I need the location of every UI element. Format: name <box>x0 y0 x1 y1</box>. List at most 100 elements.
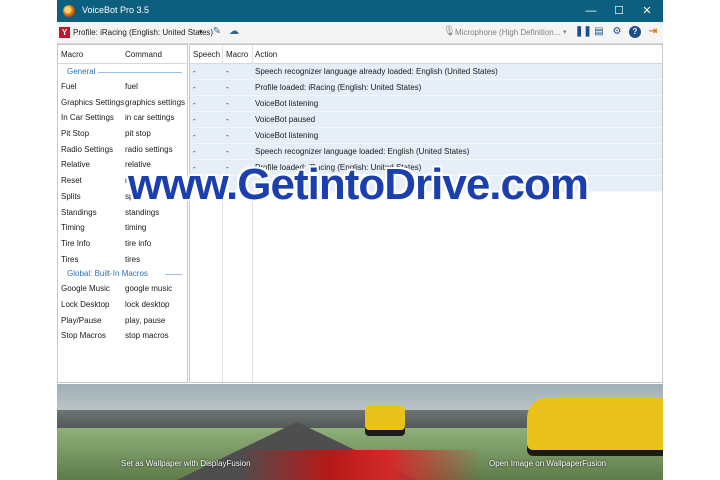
title-bar: VoiceBot Pro 3.5 — ☐ ✕ <box>57 0 663 22</box>
macro-name: Tires <box>61 254 79 264</box>
profile-icon: Y <box>59 27 70 38</box>
macro-command: graphics settings <box>125 97 186 107</box>
wallpaper-race-car-foreground <box>527 398 663 456</box>
macro-name: Tire Info <box>61 238 91 248</box>
group-header-label: General <box>67 67 96 76</box>
help-icon[interactable]: ? <box>629 26 641 38</box>
close-button[interactable]: ✕ <box>633 0 661 22</box>
macro-row[interactable]: Google Music google music <box>58 280 187 296</box>
log-cell-macro: - <box>226 67 229 76</box>
column-header-command[interactable]: Command <box>125 50 162 59</box>
macro-command: tires <box>125 254 141 264</box>
column-header-macro[interactable]: Macro <box>226 50 248 59</box>
console-icon[interactable]: ▤ <box>593 26 605 38</box>
log-cell-action: Speech recognizer language loaded: Engli… <box>255 147 470 156</box>
macro-command: tire info <box>125 238 152 248</box>
macro-name: Graphics Settings <box>61 97 125 107</box>
macro-row[interactable]: Stop Macros stop macros <box>58 327 187 343</box>
macro-command: radio settings <box>125 144 173 154</box>
wallpaper-race-car <box>365 406 405 436</box>
macro-row[interactable]: Fuel fuel <box>58 78 187 94</box>
log-cell-speech: - <box>193 115 196 124</box>
group-divider <box>98 72 182 73</box>
macro-name: Pit Stop <box>61 129 90 139</box>
log-cell-macro: - <box>226 83 229 92</box>
wallpaper-preview: Set as Wallpaper with DisplayFusion Open… <box>57 384 663 480</box>
macro-row[interactable]: In Car Settings in car settings <box>58 109 187 125</box>
maximize-button[interactable]: ☐ <box>605 0 633 22</box>
macro-row[interactable]: Radio Settings radio settings <box>58 141 187 157</box>
macro-command: lock desktop <box>125 299 170 309</box>
pause-icon[interactable]: ❚❚ <box>575 26 592 38</box>
macro-name: Radio Settings <box>61 144 114 154</box>
log-cell-action: VoiceBot listening <box>255 131 319 140</box>
macro-name: Standings <box>61 207 97 217</box>
macro-list-header: Macro Command <box>58 45 187 64</box>
log-cell-speech: - <box>193 83 196 92</box>
macro-row[interactable]: Pit Stop pit stop <box>58 125 187 141</box>
app-icon <box>63 5 75 17</box>
macro-row[interactable]: Tire Info tire info <box>58 235 187 251</box>
microphone-dropdown-arrow[interactable]: ▾ <box>563 28 567 36</box>
macro-command: stop macros <box>125 331 169 341</box>
log-cell-action: Speech recognizer language already loade… <box>255 67 498 76</box>
profile-selector[interactable]: Profile: iRacing (English: United States… <box>73 28 213 37</box>
macro-name: Fuel <box>61 82 77 91</box>
log-row[interactable]: - - Speech recognizer language loaded: Eng… <box>190 144 662 160</box>
macro-row[interactable]: Play/Pause play, pause <box>58 312 187 328</box>
column-header-speech[interactable]: Speech <box>193 50 220 59</box>
log-cell-macro: - <box>226 115 229 124</box>
profile-dropdown-arrow[interactable]: ▾ <box>199 28 203 36</box>
microphone-selector[interactable]: Microphone (High Definition... <box>455 28 560 37</box>
log-row[interactable]: - - Profile loaded: iRacing (English: Unit… <box>190 80 662 96</box>
voicebot-window: VoiceBot Pro 3.5 — ☐ ✕ Y Profile: iRacin… <box>57 0 663 480</box>
log-cell-action: VoiceBot paused <box>255 115 316 124</box>
log-cell-macro: - <box>226 147 229 156</box>
macro-name: Stop Macros <box>61 331 106 341</box>
macro-row[interactable]: Graphics Settings graphics settings <box>58 94 187 110</box>
toolbar: Y Profile: iRacing (English: United Stat… <box>57 22 663 44</box>
log-row[interactable]: - - VoiceBot listening <box>190 96 662 112</box>
edit-icon[interactable]: ✎ <box>211 26 223 38</box>
window-title: VoiceBot Pro 3.5 <box>82 5 150 15</box>
column-header-macro[interactable]: Macro <box>61 50 83 59</box>
macro-command: timing <box>125 223 147 233</box>
macro-name: Reset <box>61 176 82 186</box>
settings-icon[interactable]: ⚙ <box>611 26 623 38</box>
log-cell-speech: - <box>193 131 196 140</box>
minimize-button[interactable]: — <box>577 0 605 22</box>
log-panel: Speech Macro Action - - Speech recognizer … <box>189 44 663 383</box>
set-wallpaper-link[interactable]: Set as Wallpaper with DisplayFusion <box>121 459 251 468</box>
log-cell-action: VoiceBot listening <box>255 99 319 108</box>
macro-name: Lock Desktop <box>61 299 110 309</box>
macro-name: Relative <box>61 160 90 170</box>
macro-row[interactable]: Timing timing <box>58 219 187 235</box>
cloud-icon[interactable]: ☁ <box>228 26 240 38</box>
group-header-label: Global: Built-In Macros <box>67 269 148 279</box>
watermark-text: www.GetintoDrive.com <box>128 160 589 209</box>
log-header: Speech Macro Action <box>190 45 662 64</box>
macro-row[interactable]: Tires tires <box>58 251 187 267</box>
macro-command: google music <box>125 284 173 294</box>
macro-row[interactable]: Lock Desktop lock desktop <box>58 296 187 312</box>
macro-name: Play/Pause <box>61 315 102 325</box>
log-row[interactable]: - - VoiceBot listening <box>190 128 662 144</box>
macro-list-panel: Macro Command General Fuel fuel Graphics Se… <box>57 44 188 383</box>
log-row[interactable]: - - Speech recognizer language already loa… <box>190 64 662 80</box>
macro-name: Google Music <box>61 284 110 294</box>
log-cell-macro: - <box>226 131 229 140</box>
log-cell-speech: - <box>193 67 196 76</box>
open-wallpaperfusion-link[interactable]: Open Image on WallpaperFusion <box>489 459 606 468</box>
macro-command: play, pause <box>125 315 166 325</box>
group-header[interactable]: Global: Built-In Macros <box>58 266 187 280</box>
macro-command: fuel <box>125 82 138 91</box>
macro-name: In Car Settings <box>61 113 114 123</box>
log-row[interactable]: - - VoiceBot paused <box>190 112 662 128</box>
column-header-action[interactable]: Action <box>255 50 277 59</box>
group-header[interactable]: General <box>58 64 187 78</box>
macro-command: pit stop <box>125 129 151 139</box>
exit-icon[interactable]: ⇥ <box>647 26 659 38</box>
log-cell-speech: - <box>193 147 196 156</box>
macro-name: Splits <box>61 191 81 201</box>
log-cell-macro: - <box>226 99 229 108</box>
